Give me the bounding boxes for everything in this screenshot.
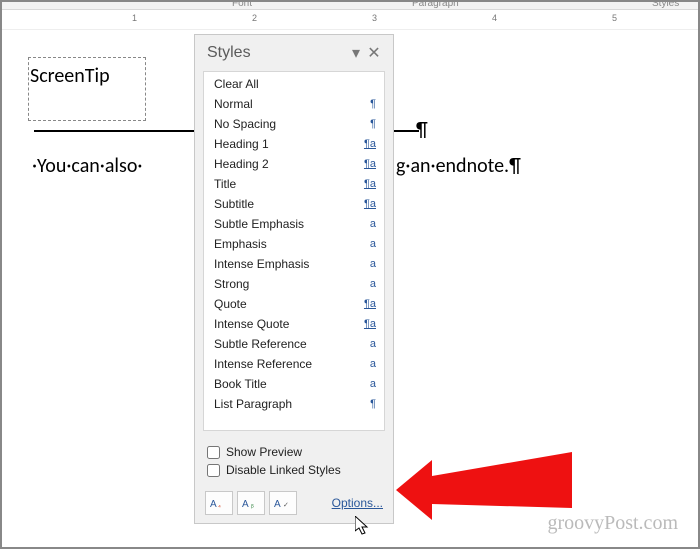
pane-menu-icon[interactable]: ▾ [347,43,365,63]
style-item-label: Intense Quote [214,317,360,331]
style-item[interactable]: Normal¶ [204,94,384,114]
style-type-icon: a [360,218,376,230]
disable-linked-label: Disable Linked Styles [226,463,341,477]
style-item[interactable]: List Paragraph¶ [204,394,384,414]
style-item-label: Normal [214,97,360,111]
style-item-label: Heading 2 [214,157,360,171]
style-item[interactable]: No Spacing¶ [204,114,384,134]
ribbon-group-font: Font [232,0,252,9]
style-type-icon: ¶a [360,158,376,170]
style-type-icon: a [360,258,376,270]
style-type-icon: ¶a [360,178,376,190]
svg-text:₄: ₄ [218,502,221,509]
style-type-icon: a [360,358,376,370]
style-type-icon: ¶a [360,298,376,310]
style-item-label: Subtitle [214,197,360,211]
horizontal-ruler: 1 2 3 4 5 [2,10,698,30]
svg-text:A: A [274,499,281,510]
ribbon-group-styles: Styles [652,0,679,9]
style-item-label: Subtle Reference [214,337,360,351]
body-text-right: g·an·endnote.¶ [396,154,521,178]
style-item[interactable]: Book Titlea [204,374,384,394]
svg-text:A: A [242,499,249,510]
style-item-label: Title [214,177,360,191]
new-style-button[interactable]: A₄ [205,491,233,515]
ribbon-group-paragraph: Paragraph [412,0,459,9]
style-item-label: Subtle Emphasis [214,217,360,231]
style-type-icon: a [360,338,376,350]
style-item[interactable]: Subtle Emphasisa [204,214,384,234]
styles-pane: Styles ▾ ✕ Clear AllNormal¶No Spacing¶He… [194,34,394,524]
body-text-left: ·You·can·also· [32,154,142,178]
style-type-icon: ¶a [360,198,376,210]
style-type-icon: ¶ [360,398,376,410]
style-item[interactable]: Emphasisa [204,234,384,254]
style-item-label: Intense Reference [214,357,360,371]
style-item[interactable]: Intense Referencea [204,354,384,374]
style-item[interactable]: Subtle Referencea [204,334,384,354]
style-item-label: No Spacing [214,117,360,131]
style-item[interactable]: Title¶a [204,174,384,194]
show-preview-input[interactable] [207,446,220,459]
style-item[interactable]: Heading 2¶a [204,154,384,174]
style-item[interactable]: Intense Emphasisa [204,254,384,274]
show-preview-checkbox[interactable]: Show Preview [207,443,381,461]
style-type-icon: ¶ [360,98,376,110]
style-type-icon: ¶a [360,318,376,330]
style-item[interactable]: Heading 1¶a [204,134,384,154]
styles-list: Clear AllNormal¶No Spacing¶Heading 1¶aHe… [203,71,385,431]
style-item[interactable]: Stronga [204,274,384,294]
paragraph-mark: ¶ [416,118,428,142]
style-item-label: Heading 1 [214,137,360,151]
style-item-label: Intense Emphasis [214,257,360,271]
style-item-label: Strong [214,277,360,291]
style-item-label: Quote [214,297,360,311]
svg-text:ᵦ: ᵦ [251,502,254,509]
style-item[interactable]: Intense Quote¶a [204,314,384,334]
style-type-icon: ¶a [360,138,376,150]
close-icon[interactable]: ✕ [365,43,383,63]
style-type-icon: a [360,378,376,390]
style-type-icon: a [360,238,376,250]
style-item[interactable]: Quote¶a [204,294,384,314]
style-item-label: Book Title [214,377,360,391]
style-inspector-button[interactable]: Aᵦ [237,491,265,515]
style-item-label: Emphasis [214,237,360,251]
manage-styles-button[interactable]: A✓ [269,491,297,515]
watermark: groovyPost.com [547,512,678,535]
options-link[interactable]: Options... [332,496,383,510]
show-preview-label: Show Preview [226,445,302,459]
style-type-icon: a [360,278,376,290]
style-type-icon: ¶ [360,118,376,130]
style-item-label: List Paragraph [214,397,360,411]
screentip-text: ScreenTip [30,64,110,88]
style-item[interactable]: Clear All [204,74,384,94]
style-item-label: Clear All [214,77,360,91]
disable-linked-input[interactable] [207,464,220,477]
style-item[interactable]: Subtitle¶a [204,194,384,214]
svg-text:A: A [210,499,217,510]
svg-text:✓: ✓ [283,502,289,509]
styles-pane-title: Styles [207,44,347,62]
disable-linked-checkbox[interactable]: Disable Linked Styles [207,461,381,479]
ribbon-edge: Font Paragraph Styles [2,2,698,10]
